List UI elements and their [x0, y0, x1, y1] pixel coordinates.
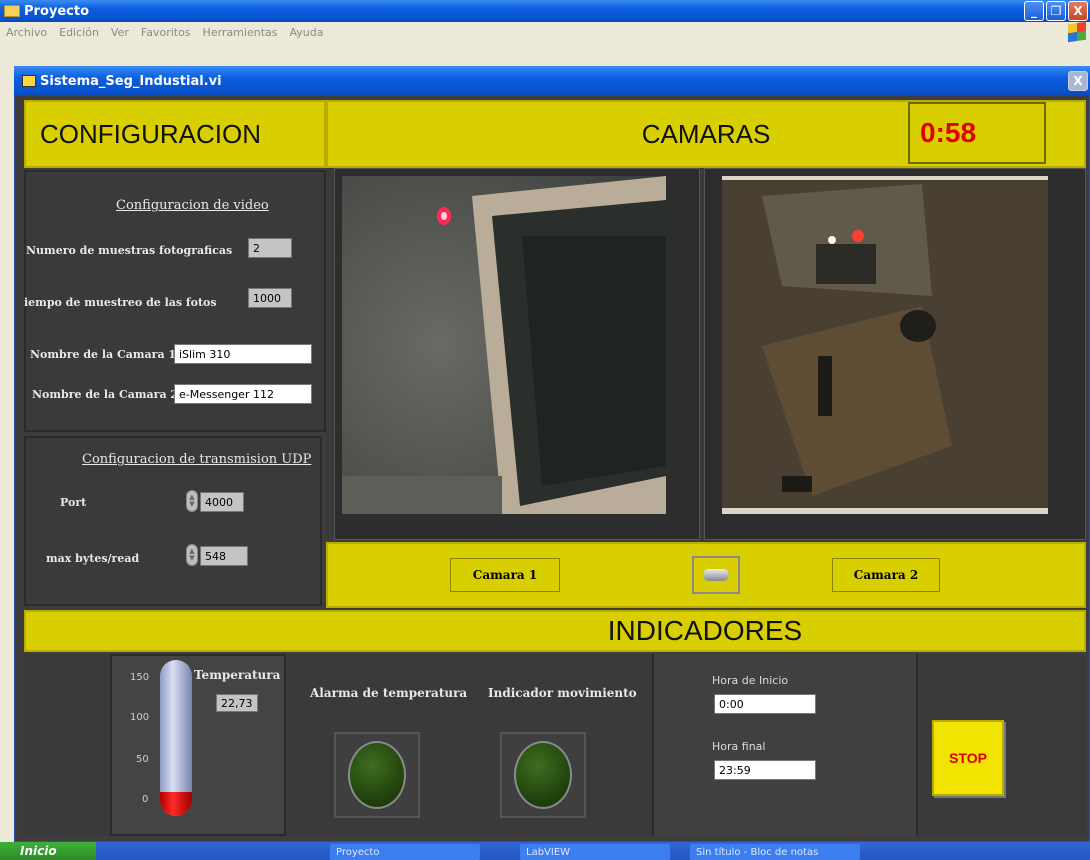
end-time-input[interactable]: 23:59 [714, 760, 816, 780]
port-label: Port [60, 496, 87, 509]
outer-window-controls: _ ❐ X [1024, 1, 1088, 21]
camaras-title: CAMARAS [641, 118, 771, 149]
configuracion-header: CONFIGURACION [24, 100, 326, 168]
vi-close-button[interactable]: X [1068, 71, 1088, 91]
period-label: iempo de muestreo de las fotos [24, 296, 217, 309]
thermometer-tube [160, 660, 192, 816]
camera2-image [722, 176, 1048, 514]
cam2-name-label: Nombre de la Camara 2 [32, 388, 179, 401]
temp-alarm-led [348, 741, 406, 809]
camera-toggle-switch[interactable] [692, 556, 740, 594]
scale-tick-100: 100 [130, 712, 150, 723]
folder-icon [4, 5, 20, 17]
start-time-input[interactable]: 0:00 [714, 694, 816, 714]
thermometer-fill [160, 792, 192, 816]
bytes-spinner-icon[interactable]: ▲ ▼ [186, 544, 198, 566]
restore-button[interactable]: ❐ [1046, 1, 1066, 21]
labview-icon [22, 75, 36, 87]
samples-label: Numero de muestras fotograficas [26, 244, 233, 257]
outer-window-title: Proyecto [24, 3, 90, 19]
taskbar-item-proyecto[interactable]: Proyecto [330, 844, 480, 860]
taskbar-item-labview[interactable]: LabVIEW [520, 844, 670, 860]
timer-value: 0:58 [920, 117, 977, 148]
stop-button[interactable]: STOP [932, 720, 1004, 796]
port-spinner-icon[interactable]: ▲ ▼ [186, 490, 198, 512]
camera1-image [342, 176, 666, 514]
start-button[interactable]: Inicio [0, 842, 96, 860]
motion-led [514, 741, 572, 809]
udp-config-title: Configuracion de transmision UDP [82, 452, 312, 467]
vi-window-title: Sistema_Seg_Industial.vi [40, 73, 222, 89]
menu-herramientas[interactable]: Herramientas [203, 26, 278, 39]
menu-archivo[interactable]: Archivo [6, 26, 47, 39]
configuracion-title: CONFIGURACION [40, 118, 261, 149]
port-input[interactable]: 4000 [200, 492, 244, 512]
period-input[interactable]: 1000 [248, 288, 292, 308]
cam1-name-input[interactable]: iSlim 310 [174, 344, 312, 364]
camara1-button[interactable]: Camara 1 [450, 558, 560, 592]
camara2-button[interactable]: Camara 2 [832, 558, 940, 592]
cam2-name-input[interactable]: e-Messenger 112 [174, 384, 312, 404]
temperature-value: 22,73 [216, 694, 258, 712]
scale-tick-150: 150 [130, 672, 150, 683]
indicadores-header: INDICADORES [24, 610, 1086, 652]
indicadores-title: INDICADORES [607, 615, 803, 646]
max-bytes-label: max bytes/read [46, 552, 140, 565]
menu-ver[interactable]: Ver [111, 26, 129, 39]
windows-logo-icon [1068, 21, 1086, 43]
menu-bar: Archivo Edición Ver Favoritos Herramient… [0, 22, 1090, 42]
taskbar-item-notepad[interactable]: Sin título - Bloc de notas [690, 844, 860, 860]
explorer-side-strip [0, 42, 14, 860]
cam1-name-label: Nombre de la Camara 1 [30, 348, 177, 361]
timer-display: 0:58 [908, 102, 1046, 164]
outer-title-bar[interactable]: Proyecto _ ❐ X [0, 0, 1090, 22]
temp-alarm-label: Alarma de temperatura [310, 686, 468, 700]
temperature-label: Temperatura [194, 668, 281, 682]
menu-ayuda[interactable]: Ayuda [289, 26, 323, 39]
minimize-button[interactable]: _ [1024, 1, 1044, 21]
max-bytes-input[interactable]: 548 [200, 546, 248, 566]
temp-alarm-led-box [334, 732, 420, 818]
start-time-label: Hora de Inicio [712, 674, 789, 687]
motion-label: Indicador movimiento [488, 686, 637, 700]
scale-tick-0: 0 [142, 794, 149, 805]
motion-led-box [500, 732, 586, 818]
scale-tick-50: 50 [136, 754, 149, 765]
menu-edicion[interactable]: Edición [59, 26, 99, 39]
toggle-knob-icon [703, 569, 729, 581]
video-config-title: Configuracion de video [116, 198, 269, 213]
end-time-label: Hora final [712, 740, 766, 753]
menu-favoritos[interactable]: Favoritos [141, 26, 191, 39]
vi-title-bar[interactable]: Sistema_Seg_Industial.vi X [14, 66, 1090, 96]
samples-input[interactable]: 2 [248, 238, 292, 258]
close-button[interactable]: X [1068, 1, 1088, 21]
